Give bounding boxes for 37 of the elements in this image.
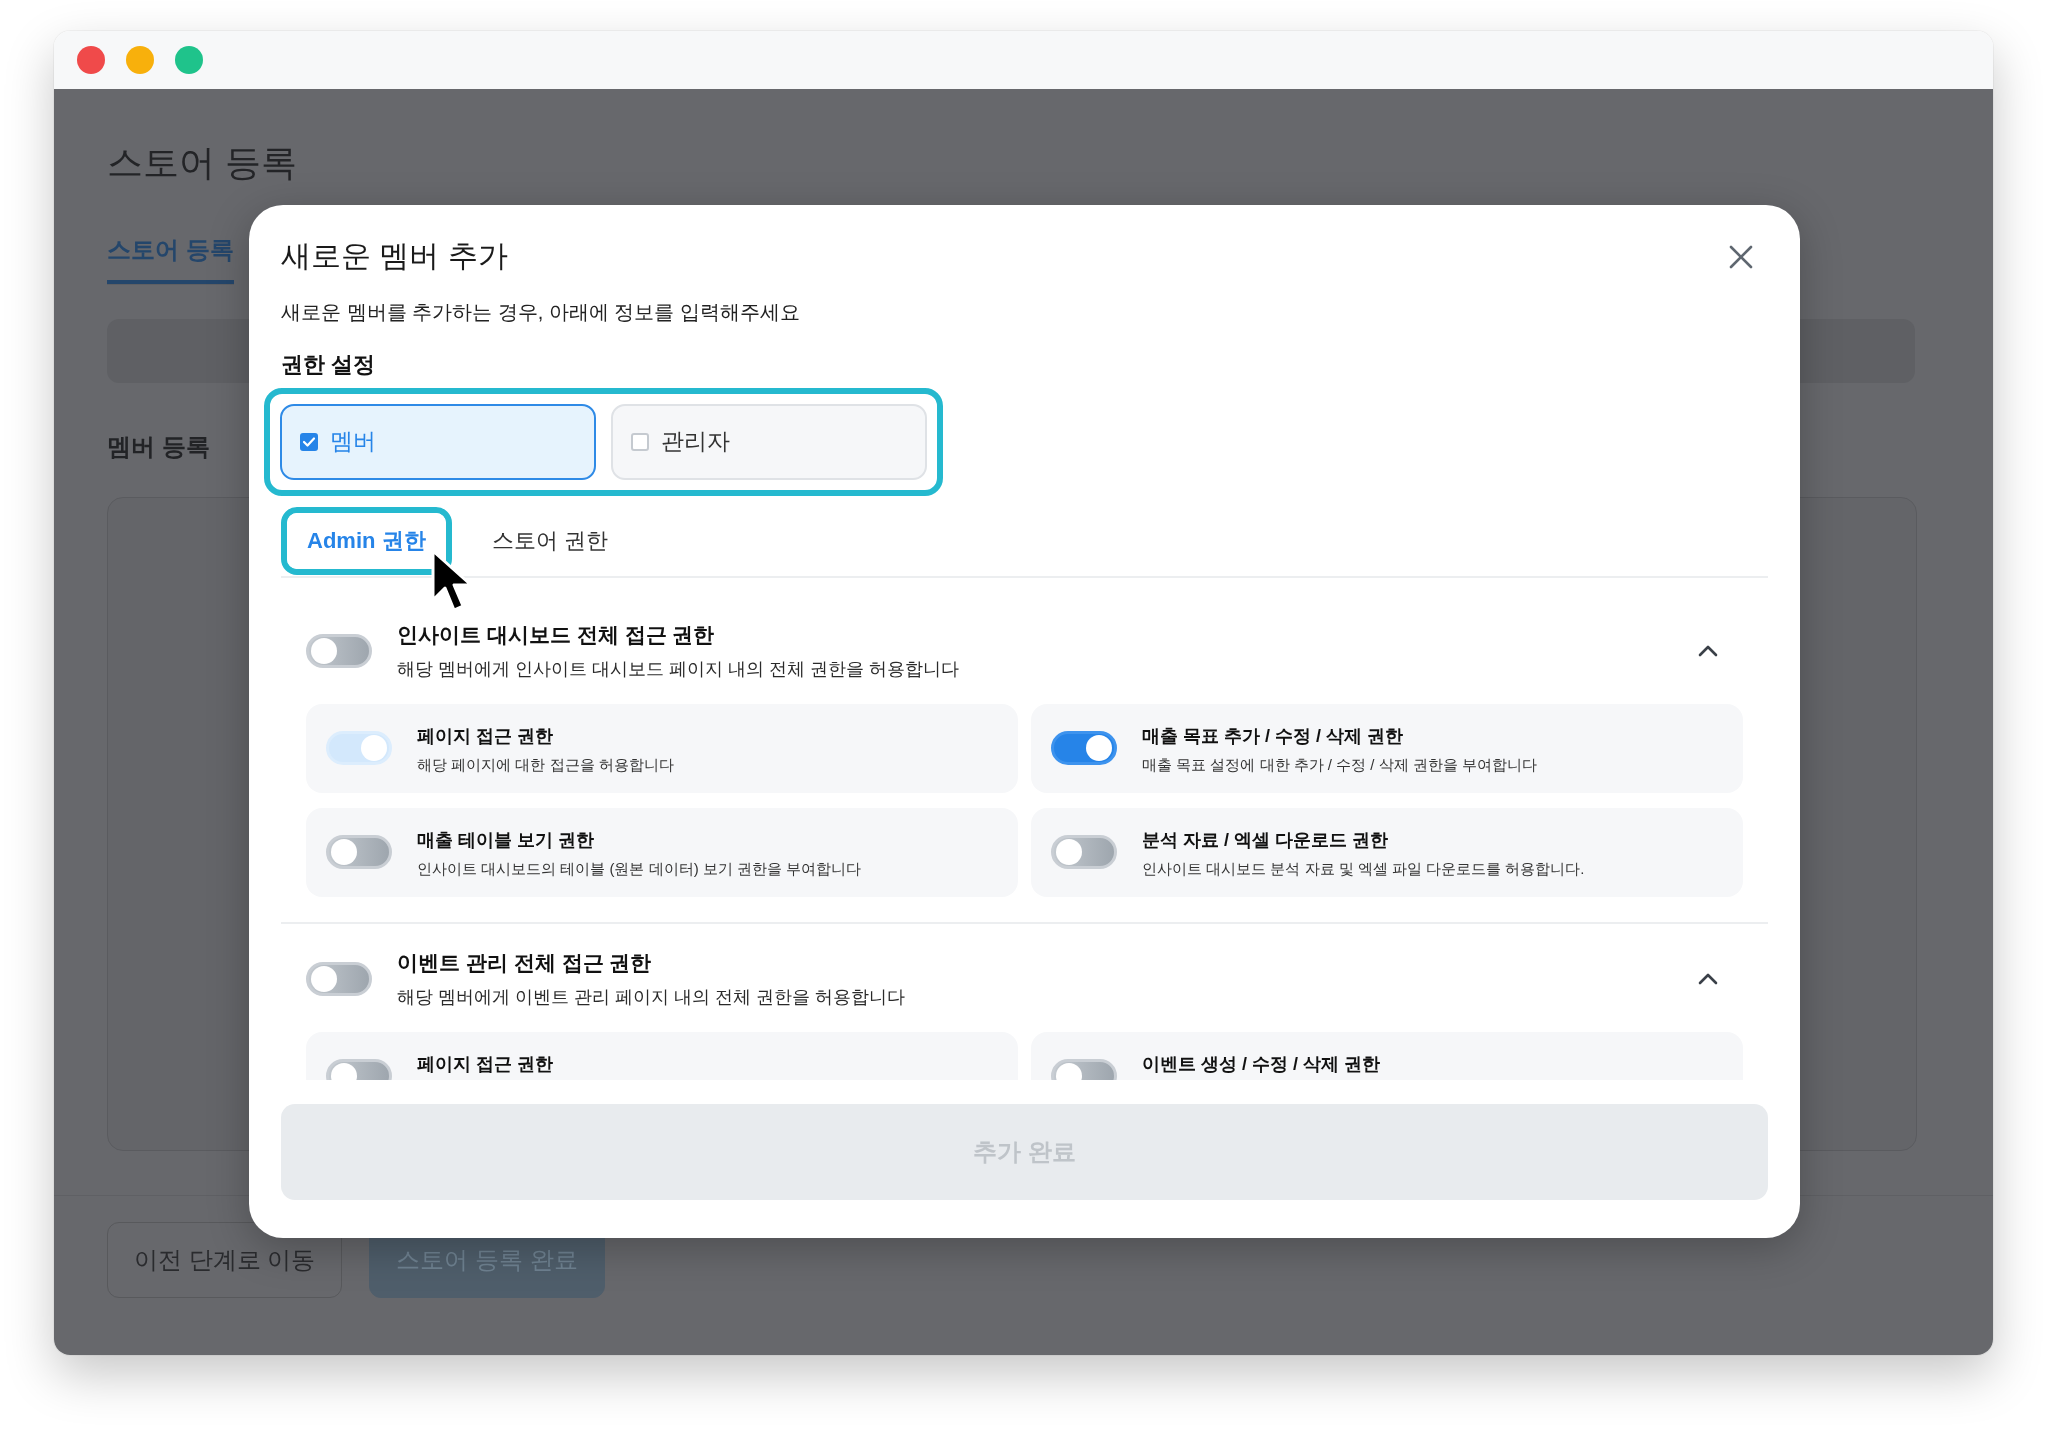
- role-label: 관리자: [661, 427, 730, 457]
- toggle-switch[interactable]: [1051, 731, 1117, 766]
- tab[interactable]: Admin 권한: [287, 512, 446, 569]
- modal-subtitle: 새로운 멤버를 추가하는 경우, 아래에 정보를 입력해주세요: [281, 299, 801, 325]
- permission-label: 권한 설정: [281, 350, 377, 379]
- close-icon: [1728, 243, 1754, 270]
- page-title: 스토어 등록: [107, 141, 297, 185]
- maximize-dot-icon[interactable]: [175, 46, 203, 74]
- permission-description: 해당 페이지에 대한 접근을 허용합니다: [417, 755, 674, 775]
- permission-description: 매출 목표 설정에 대한 추가 / 수정 / 삭제 권한을 부여합니다: [1142, 755, 1537, 775]
- check-icon: [302, 434, 316, 449]
- role-option[interactable]: 관리자: [611, 403, 927, 480]
- section-title: 이벤트 관리 전체 접근 권한: [397, 949, 653, 976]
- section-title: 멤버 등록: [107, 432, 210, 462]
- toggle-switch[interactable]: [306, 633, 372, 668]
- permission-title: 매출 테이블 보기 권한: [417, 828, 595, 852]
- permission-description: 인사이트 대시보드 분석 자료 및 엑셀 파일 다운로드를 허용합니다.: [1142, 859, 1585, 879]
- checkbox[interactable]: [300, 432, 318, 451]
- permission-title: 매출 목표 추가 / 수정 / 삭제 권한: [1142, 724, 1404, 748]
- section-title: 인사이트 대시보드 전체 접근 권한: [397, 621, 716, 648]
- close-dot-icon[interactable]: [77, 46, 105, 74]
- permission-title: 분석 자료 / 엑셀 다운로드 권한: [1142, 828, 1389, 852]
- section-description: 해당 멤버에게 이벤트 관리 페이지 내의 전체 권한을 허용합니다: [397, 985, 906, 1009]
- toggle-switch[interactable]: [306, 961, 372, 996]
- section-description: 해당 멤버에게 인사이트 대시보드 페이지 내의 전체 권한을 허용합니다: [397, 657, 960, 681]
- modal-title: 새로운 멤버 추가: [281, 238, 508, 275]
- toggle-switch[interactable]: [326, 835, 392, 870]
- minimize-dot-icon[interactable]: [126, 46, 154, 74]
- checkbox[interactable]: [631, 432, 649, 451]
- role-label: 멤버: [330, 427, 376, 457]
- permission-title: 페이지 접근 권한: [417, 724, 554, 748]
- tab[interactable]: 스토어 등록: [107, 224, 234, 284]
- toggle-switch[interactable]: [1051, 835, 1117, 870]
- permission-title: 페이지 접근 권한: [417, 1052, 553, 1076]
- permission-title: 이벤트 생성 / 수정 / 삭제 권한: [1142, 1052, 1380, 1076]
- role-option[interactable]: 멤버: [280, 403, 596, 480]
- permission-description: 인사이트 대시보드의 테이블 (원본 데이터) 보기 권한을 부여합니다: [417, 859, 862, 879]
